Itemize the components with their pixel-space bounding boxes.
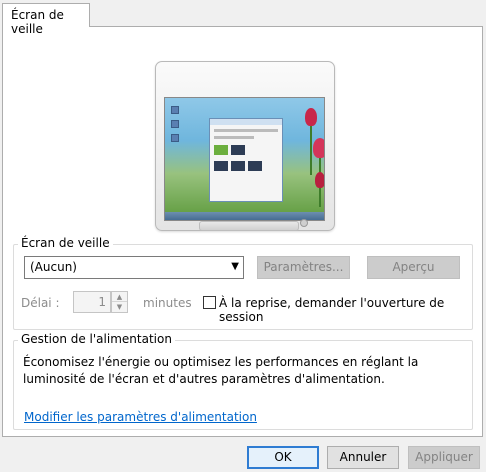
desktop-icons xyxy=(171,106,179,148)
tulip-decoration xyxy=(315,172,324,188)
tulip-decoration xyxy=(305,108,317,126)
delay-label: Délai : xyxy=(21,296,60,310)
mini-window xyxy=(209,118,283,202)
apply-button[interactable]: Appliquer xyxy=(408,446,480,469)
cancel-button[interactable]: Annuler xyxy=(327,446,399,469)
preview-button[interactable]: Aperçu xyxy=(367,256,460,279)
chevron-down-icon: ▼ xyxy=(231,261,239,272)
minutes-label: minutes xyxy=(143,296,192,310)
preview-screen xyxy=(164,97,325,221)
power-description: Économisez l'énergie ou optimisez les pe… xyxy=(23,355,419,386)
delay-spinner[interactable]: ▲ ▼ xyxy=(111,291,128,313)
screensaver-select-value: (Aucun) xyxy=(30,260,77,274)
resume-checkbox[interactable] xyxy=(203,296,216,309)
screensaver-select[interactable]: (Aucun) ▼ xyxy=(24,256,244,279)
power-settings-link[interactable]: Modifier les paramètres d'alimentation xyxy=(24,410,257,424)
spin-up-icon[interactable]: ▲ xyxy=(112,292,127,302)
tulip-decoration xyxy=(313,138,324,158)
delay-input[interactable]: 1 xyxy=(73,291,111,313)
tab-screensaver[interactable]: Écran de veille xyxy=(2,3,90,36)
settings-button[interactable]: Paramètres... xyxy=(257,256,350,279)
power-knob xyxy=(300,219,308,227)
tab-panel: Écran de veille (Aucun) ▼ Paramètres... … xyxy=(2,26,483,437)
screensaver-group-label: Écran de veille xyxy=(18,236,113,250)
monitor-stand xyxy=(199,221,299,231)
resume-checkbox-label: À la reprise, demander l'ouverture de se… xyxy=(219,296,445,324)
ok-button[interactable]: OK xyxy=(247,446,319,469)
spin-down-icon[interactable]: ▼ xyxy=(112,302,127,312)
monitor-preview xyxy=(155,61,335,231)
power-group-label: Gestion de l'alimentation xyxy=(18,332,175,346)
mini-taskbar xyxy=(165,212,324,220)
